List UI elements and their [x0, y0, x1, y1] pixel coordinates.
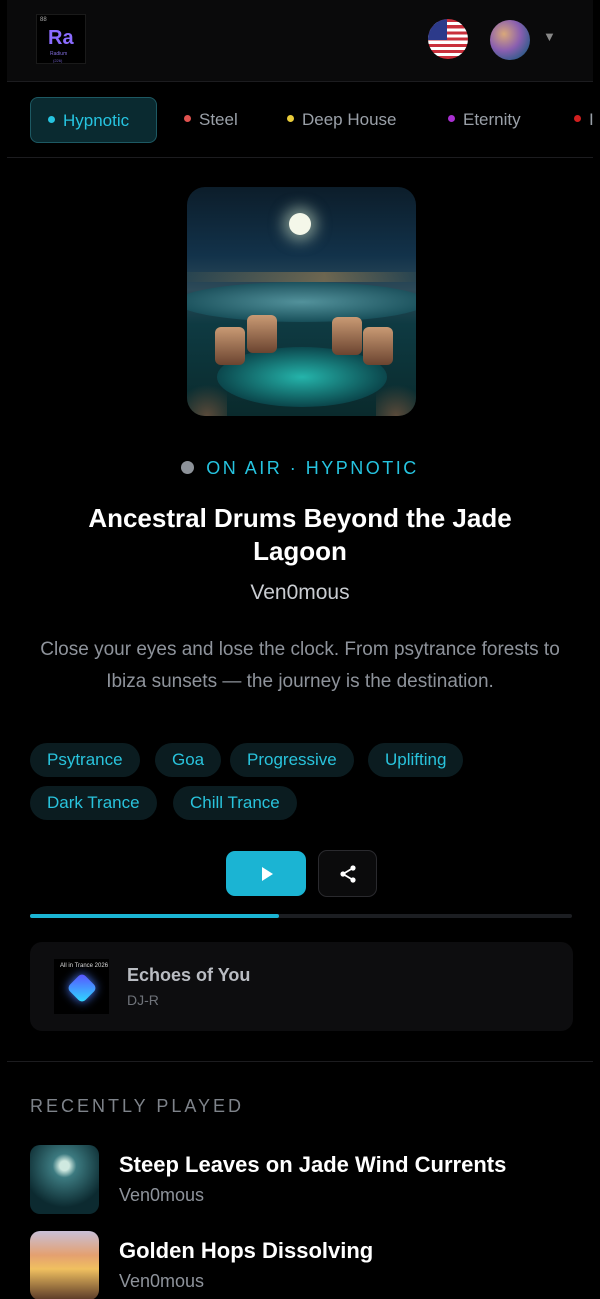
app-header: 88 Ra Radium (226) ▼: [7, 0, 593, 82]
play-icon: [262, 867, 273, 881]
live-dot-icon: [181, 460, 195, 474]
station-dot-icon: [48, 116, 55, 124]
hexagon-glow-icon: [66, 972, 98, 1004]
tab-hypnotic[interactable]: Hypnotic: [30, 97, 157, 143]
logo-element-name: Radium: [50, 51, 68, 57]
tag-progressive[interactable]: Progressive: [230, 743, 354, 777]
recent-track-artist: Ven0mous: [119, 1185, 205, 1205]
tab-label: Steel: [199, 110, 238, 129]
tab-deep-house[interactable]: Deep House: [287, 97, 397, 143]
on-air-label: ON AIR · HYPNOTIC: [206, 458, 419, 478]
tag-dark-trance[interactable]: Dark Trance: [30, 786, 157, 820]
logo-atomic-number: 88: [40, 17, 47, 23]
tag-goa[interactable]: Goa: [155, 743, 222, 777]
section-divider: [7, 1061, 593, 1062]
recent-track-item[interactable]: Steep Leaves on Jade Wind Currents Ven0m…: [30, 1145, 570, 1215]
track-title: Ancestral Drums Beyond the Jade Lagoon: [88, 503, 512, 566]
on-air-status: ON AIR · HYPNOTIC: [0, 458, 600, 479]
tag-psytrance[interactable]: Psytrance: [30, 743, 140, 777]
radium-logo[interactable]: 88 Ra Radium (226): [36, 14, 86, 64]
playback-progress-fill: [30, 914, 280, 918]
up-next-thumb-caption: All in Trance 2026: [60, 963, 109, 969]
station-dot-icon: [574, 115, 581, 123]
up-next-title: Echoes of You: [127, 965, 251, 985]
station-dot-icon: [184, 115, 191, 123]
up-next-artist: DJ-R: [127, 992, 159, 1008]
tab-label: Hypnotic: [63, 111, 130, 130]
tab-steel[interactable]: Steel: [184, 97, 238, 143]
tag-uplifting[interactable]: Uplifting: [368, 743, 464, 777]
station-description: Close your eyes and lose the clock. From…: [40, 639, 560, 692]
tag-chill-trance[interactable]: Chill Trance: [173, 786, 297, 820]
logo-symbol: Ra: [48, 27, 74, 49]
tab-next-station[interactable]: I: [574, 97, 593, 143]
share-icon: [340, 865, 356, 883]
playback-progress-bar[interactable]: [30, 914, 572, 918]
recent-track-thumbnail: [30, 1145, 99, 1214]
tab-label: Eternity: [463, 110, 521, 129]
logo-atomic-mass: (226): [53, 58, 63, 63]
recent-track-item[interactable]: Golden Hops Dissolving Ven0mous: [30, 1231, 570, 1299]
recently-played-heading: RECENTLY PLAYED: [30, 1096, 245, 1116]
tab-eternity[interactable]: Eternity: [448, 97, 521, 143]
up-next-thumbnail: All in Trance 2026: [54, 959, 109, 1014]
station-tabs: Hypnotic Steel Deep House Eternity I: [7, 83, 593, 158]
album-artwork: [187, 187, 416, 416]
station-dot-icon: [287, 115, 294, 123]
user-avatar[interactable]: [490, 20, 530, 60]
tab-label: Deep House: [302, 110, 397, 129]
station-dot-icon: [448, 115, 455, 123]
up-next-card[interactable]: All in Trance 2026 Echoes of You DJ-R: [30, 942, 573, 1031]
play-button[interactable]: [226, 851, 306, 896]
share-button[interactable]: [318, 850, 377, 897]
us-flag-icon[interactable]: [428, 19, 468, 59]
chevron-down-icon[interactable]: ▼: [543, 29, 556, 44]
recent-track-title: Golden Hops Dissolving: [119, 1238, 374, 1263]
track-artist[interactable]: Ven0mous: [0, 581, 600, 605]
recent-track-title: Steep Leaves on Jade Wind Currents: [119, 1152, 507, 1177]
recent-track-artist: Ven0mous: [119, 1271, 205, 1291]
tab-label: I: [589, 110, 593, 129]
recent-track-thumbnail: [30, 1231, 99, 1299]
